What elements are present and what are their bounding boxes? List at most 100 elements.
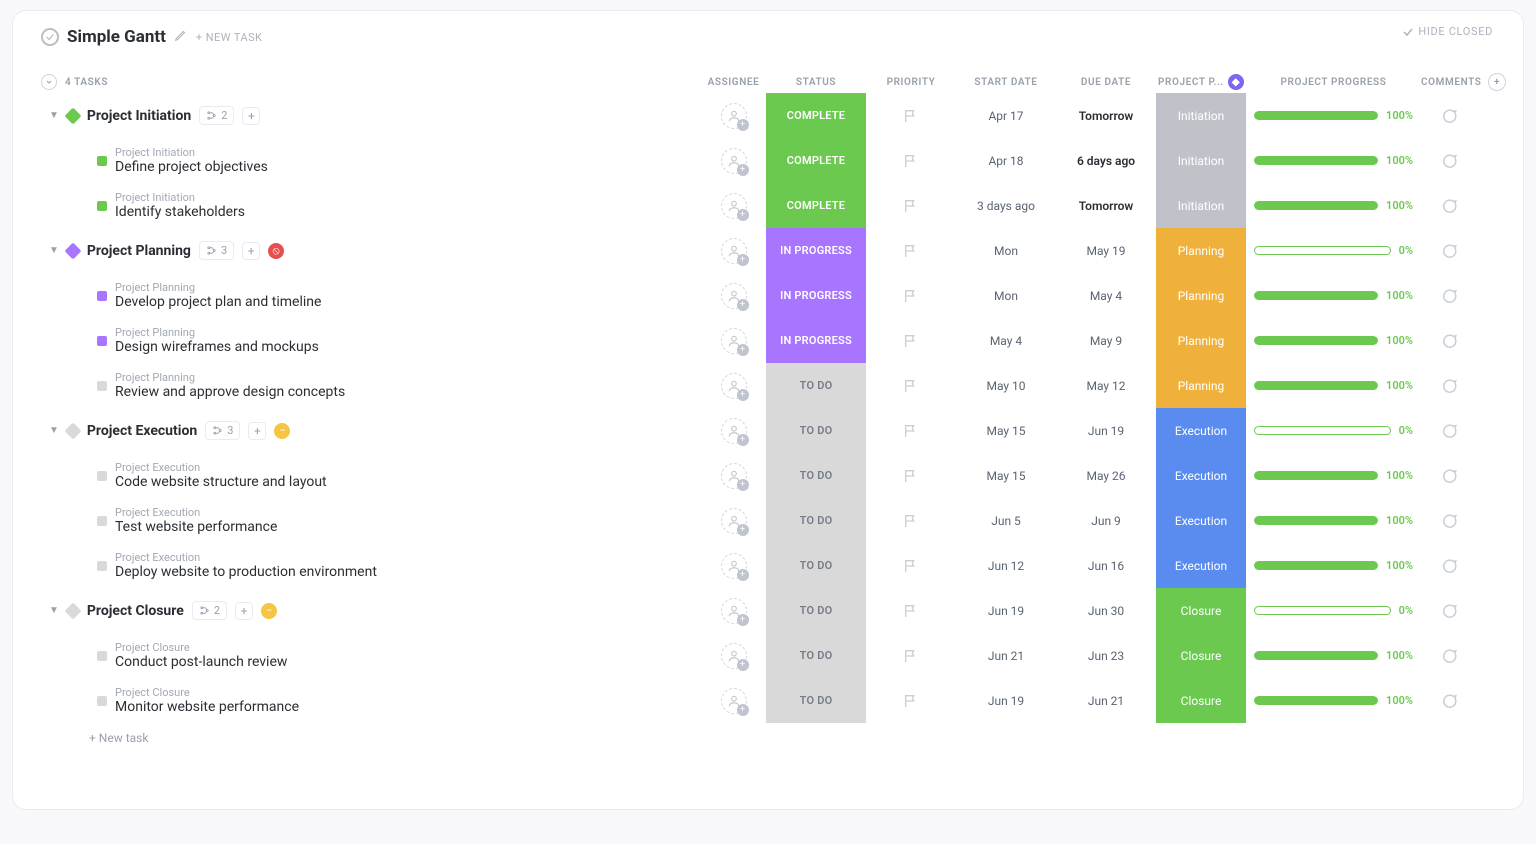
comments-cell[interactable] [1421, 543, 1476, 588]
priority-cell[interactable] [866, 183, 956, 228]
assignee-cell[interactable]: + [701, 273, 766, 318]
progress-cell[interactable]: 100% [1246, 138, 1421, 183]
group-name[interactable]: Project Closure [87, 603, 184, 619]
start-date-cell[interactable]: May 10 [956, 363, 1056, 408]
comments-cell[interactable] [1421, 183, 1476, 228]
task-status-square-icon[interactable] [97, 651, 107, 661]
priority-cell[interactable] [866, 633, 956, 678]
task-group-row[interactable]: ▼Project Initiation2++COMPLETEApr 17Tomo… [41, 93, 1495, 138]
due-date-cell[interactable]: May 26 [1056, 453, 1156, 498]
status-cell[interactable]: TO DO [766, 678, 866, 723]
task-row[interactable]: Project ExecutionDeploy website to produ… [41, 543, 1495, 588]
due-date-cell[interactable]: 6 days ago [1056, 138, 1156, 183]
subtask-count-chip[interactable]: 3 [199, 241, 234, 260]
due-date-cell[interactable]: Jun 9 [1056, 498, 1156, 543]
subtask-count-chip[interactable]: 2 [192, 601, 227, 620]
status-cell[interactable]: COMPLETE [766, 138, 866, 183]
comments-cell[interactable] [1421, 138, 1476, 183]
group-name[interactable]: Project Initiation [87, 108, 191, 124]
priority-cell[interactable] [866, 138, 956, 183]
status-cell[interactable]: IN PROGRESS [766, 318, 866, 363]
new-task-button[interactable]: + NEW TASK [196, 31, 263, 44]
start-date-cell[interactable]: 3 days ago [956, 183, 1056, 228]
assignee-add-icon[interactable]: + [721, 598, 747, 624]
start-date-cell[interactable]: Jun 19 [956, 588, 1056, 633]
priority-cell[interactable] [866, 93, 956, 138]
start-date-cell[interactable]: Mon [956, 228, 1056, 273]
task-status-square-icon[interactable] [97, 201, 107, 211]
start-date-cell[interactable]: Mon [956, 273, 1056, 318]
progress-cell[interactable]: 100% [1246, 273, 1421, 318]
status-cell[interactable]: TO DO [766, 363, 866, 408]
group-status-diamond-icon[interactable] [64, 242, 81, 259]
phase-cell[interactable]: Execution [1156, 453, 1246, 498]
task-row[interactable]: Project ClosureConduct post-launch revie… [41, 633, 1495, 678]
comments-cell[interactable] [1421, 273, 1476, 318]
progress-cell[interactable]: 100% [1246, 678, 1421, 723]
assignee-add-icon[interactable]: + [721, 103, 747, 129]
due-date-cell[interactable]: Jun 30 [1056, 588, 1156, 633]
col-comments[interactable]: COMMENTS [1421, 77, 1476, 88]
priority-cell[interactable] [866, 228, 956, 273]
chevron-down-icon[interactable]: ▼ [49, 245, 59, 256]
assignee-add-icon[interactable]: + [721, 643, 747, 669]
assignee-add-icon[interactable]: + [721, 373, 747, 399]
start-date-cell[interactable]: Apr 18 [956, 138, 1056, 183]
assignee-cell[interactable]: + [701, 138, 766, 183]
add-subtask-button[interactable]: + [242, 242, 260, 260]
assignee-cell[interactable]: + [701, 678, 766, 723]
progress-cell[interactable]: 0% [1246, 588, 1421, 633]
assignee-add-icon[interactable]: + [721, 688, 747, 714]
progress-cell[interactable]: 100% [1246, 93, 1421, 138]
task-status-square-icon[interactable] [97, 696, 107, 706]
phase-cell[interactable]: Closure [1156, 678, 1246, 723]
col-status[interactable]: STATUS [766, 77, 866, 88]
priority-cell[interactable] [866, 363, 956, 408]
task-name[interactable]: Design wireframes and mockups [115, 339, 319, 356]
add-subtask-button[interactable]: + [248, 422, 266, 440]
priority-cell[interactable] [866, 453, 956, 498]
group-name[interactable]: Project Planning [87, 243, 191, 259]
col-progress[interactable]: PROJECT PROGRESS [1246, 77, 1421, 88]
task-row[interactable]: Project InitiationDefine project objecti… [41, 138, 1495, 183]
start-date-cell[interactable]: May 15 [956, 453, 1056, 498]
col-start-date[interactable]: START DATE [956, 77, 1056, 88]
assignee-cell[interactable]: + [701, 228, 766, 273]
task-status-square-icon[interactable] [97, 516, 107, 526]
progress-cell[interactable]: 100% [1246, 363, 1421, 408]
phase-cell[interactable]: Initiation [1156, 93, 1246, 138]
assignee-add-icon[interactable]: + [721, 283, 747, 309]
group-name[interactable]: Project Execution [87, 423, 197, 439]
status-cell[interactable]: COMPLETE [766, 93, 866, 138]
assignee-cell[interactable]: + [701, 93, 766, 138]
assignee-cell[interactable]: + [701, 318, 766, 363]
assignee-cell[interactable]: + [701, 543, 766, 588]
status-cell[interactable]: IN PROGRESS [766, 228, 866, 273]
priority-cell[interactable] [866, 498, 956, 543]
group-status-diamond-icon[interactable] [64, 422, 81, 439]
task-group-row[interactable]: ▼Project Planning3+⦸+IN PROGRESSMonMay 1… [41, 228, 1495, 273]
task-row[interactable]: Project PlanningDesign wireframes and mo… [41, 318, 1495, 363]
priority-cell[interactable] [866, 273, 956, 318]
task-row[interactable]: Project InitiationIdentify stakeholders+… [41, 183, 1495, 228]
add-subtask-button[interactable]: + [235, 602, 253, 620]
collapse-all-icon[interactable] [41, 74, 57, 90]
phase-cell[interactable]: Initiation [1156, 183, 1246, 228]
due-date-cell[interactable]: Jun 23 [1056, 633, 1156, 678]
task-name[interactable]: Define project objectives [115, 159, 268, 176]
task-name[interactable]: Identify stakeholders [115, 204, 245, 221]
comments-cell[interactable] [1421, 93, 1476, 138]
due-date-cell[interactable]: Tomorrow [1056, 93, 1156, 138]
task-row[interactable]: Project ClosureMonitor website performan… [41, 678, 1495, 723]
status-cell[interactable]: TO DO [766, 408, 866, 453]
due-date-cell[interactable]: Jun 16 [1056, 543, 1156, 588]
comments-cell[interactable] [1421, 678, 1476, 723]
due-date-cell[interactable]: May 4 [1056, 273, 1156, 318]
phase-cell[interactable]: Initiation [1156, 138, 1246, 183]
task-status-square-icon[interactable] [97, 291, 107, 301]
phase-cell[interactable]: Execution [1156, 498, 1246, 543]
task-status-square-icon[interactable] [97, 336, 107, 346]
status-cell[interactable]: COMPLETE [766, 183, 866, 228]
subtask-count-chip[interactable]: 2 [199, 106, 234, 125]
edit-title-icon[interactable] [174, 28, 188, 46]
